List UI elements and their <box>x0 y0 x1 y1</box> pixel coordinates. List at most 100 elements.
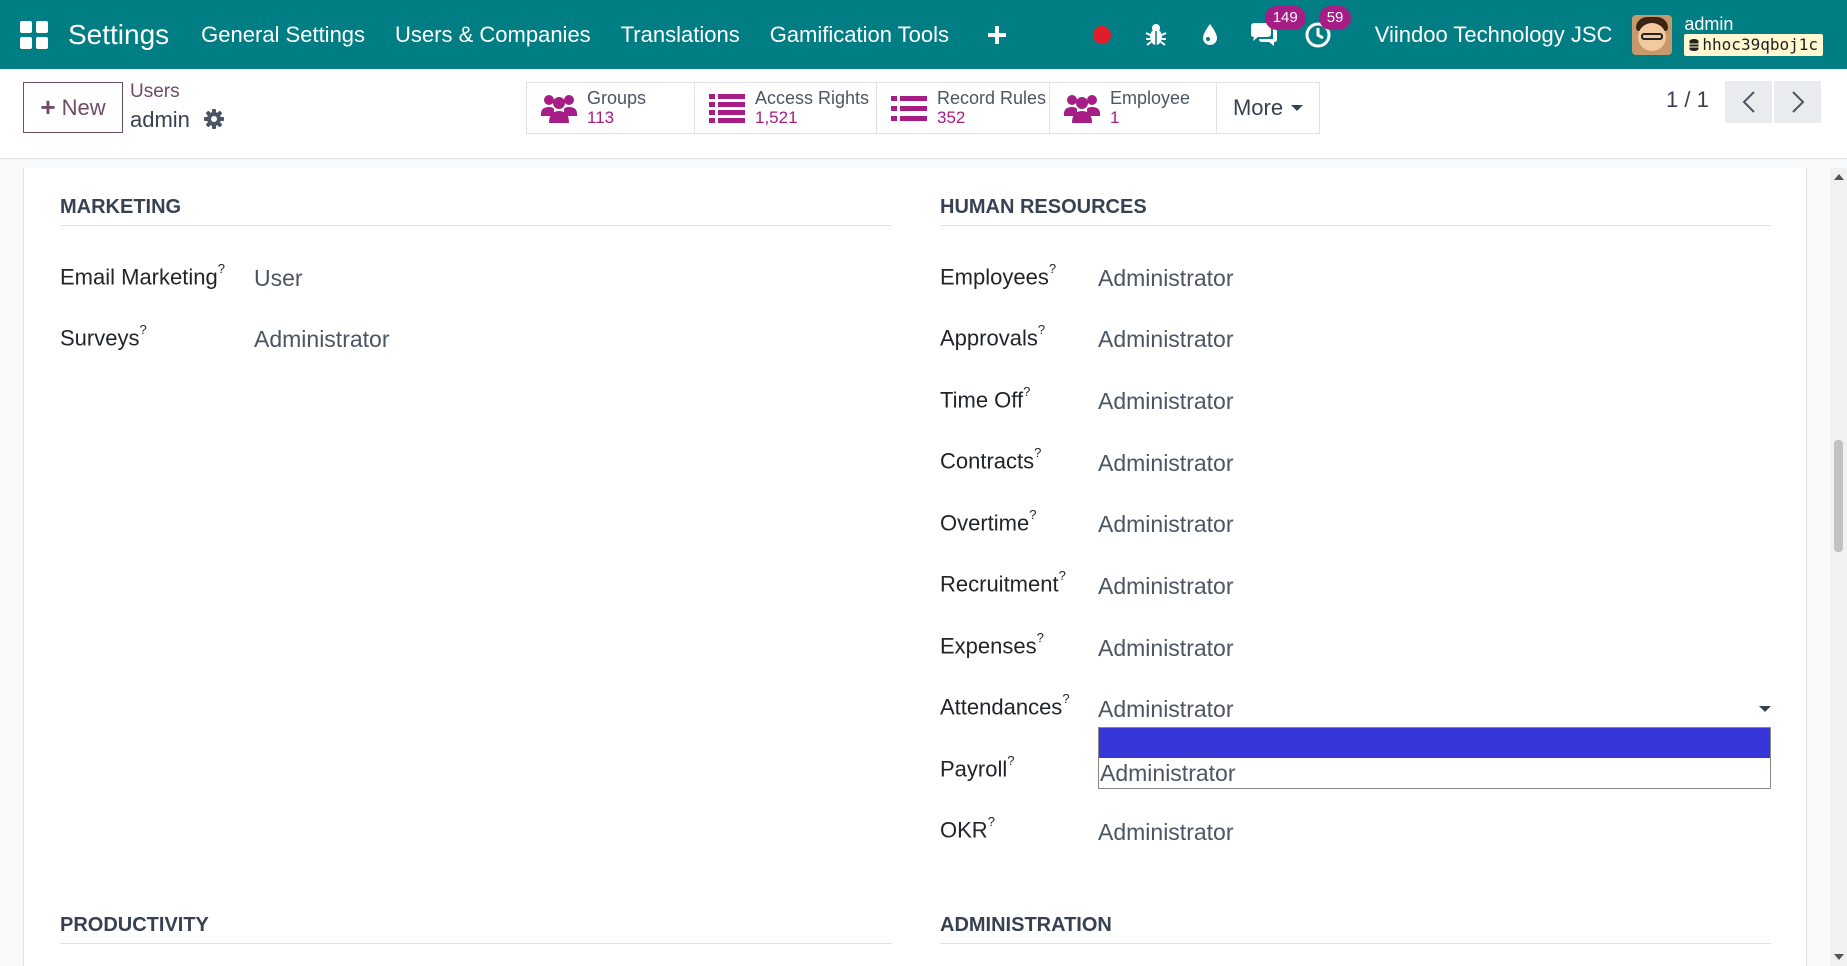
help-icon[interactable]: ? <box>1007 753 1014 768</box>
record-icon[interactable] <box>1087 20 1117 50</box>
app-title[interactable]: Settings <box>68 19 169 51</box>
database-icon <box>1689 38 1699 51</box>
access-rights-button[interactable]: Access Rights 1,521 <box>695 83 877 133</box>
attendances-select[interactable]: Administrator <box>1098 696 1233 723</box>
breadcrumb: Users admin <box>130 81 225 133</box>
control-panel: + New Users admin Groups 113 Access Righ… <box>0 69 1847 159</box>
approvals-value[interactable]: Administrator <box>1098 326 1233 353</box>
okr-value[interactable]: Administrator <box>1098 819 1233 846</box>
dropdown-option-administrator[interactable]: Administrator <box>1099 758 1770 788</box>
help-icon[interactable]: ? <box>1034 445 1041 460</box>
groups-button[interactable]: Groups 113 <box>527 83 695 133</box>
record-rules-button[interactable]: Record Rules 352 <box>877 83 1050 133</box>
menu-gamification-tools[interactable]: Gamification Tools <box>770 22 949 48</box>
drop-icon[interactable] <box>1195 20 1225 50</box>
user-menu[interactable]: admin hhoc39qboj1c <box>1684 14 1823 56</box>
pager-previous-button[interactable] <box>1725 81 1772 123</box>
scroll-down-icon[interactable] <box>1834 954 1844 960</box>
section-divider <box>60 943 892 944</box>
help-icon[interactable]: ? <box>1059 568 1066 583</box>
company-switcher[interactable]: Viindoo Technology JSC <box>1375 22 1613 48</box>
plus-icon[interactable] <box>987 16 1007 53</box>
overtime-value[interactable]: Administrator <box>1098 511 1233 538</box>
help-icon[interactable]: ? <box>1062 691 1069 706</box>
access-rights-count: 1,521 <box>755 108 798 127</box>
activities-badge: 59 <box>1318 5 1352 30</box>
employee-count: 1 <box>1110 108 1120 127</box>
top-navbar: Settings General Settings Users & Compan… <box>0 0 1847 69</box>
expenses-label: Expenses? <box>940 630 1044 659</box>
access-rights-label: Access Rights <box>755 88 870 108</box>
new-button[interactable]: + New <box>23 82 123 133</box>
user-name: admin <box>1684 13 1734 34</box>
list-icon <box>709 94 745 123</box>
time-off-label: Time Off? <box>940 384 1031 413</box>
messages-badge: 149 <box>1264 5 1306 30</box>
help-icon[interactable]: ? <box>988 814 995 829</box>
breadcrumb-current: admin <box>130 107 190 132</box>
chevron-right-icon <box>1791 91 1804 113</box>
employees-label: Employees? <box>940 261 1057 290</box>
employees-value[interactable]: Administrator <box>1098 265 1233 292</box>
contracts-value[interactable]: Administrator <box>1098 450 1233 477</box>
section-divider <box>60 225 892 226</box>
avatar[interactable] <box>1632 14 1673 55</box>
contracts-label: Contracts? <box>940 445 1042 474</box>
help-icon[interactable]: ? <box>1049 261 1056 276</box>
messages-icon[interactable]: 149 <box>1249 5 1306 50</box>
breadcrumb-users[interactable]: Users <box>130 81 224 103</box>
email-marketing-label: Email Marketing? <box>60 261 225 290</box>
surveys-value[interactable]: Administrator <box>254 326 389 353</box>
attendances-dropdown: Administrator <box>1098 727 1771 789</box>
more-button[interactable]: More <box>1217 83 1319 133</box>
database-name-text: hhoc39qboj1c <box>1702 34 1818 54</box>
section-human-resources-title: HUMAN RESOURCES <box>940 196 1147 218</box>
caret-down-icon[interactable] <box>1759 706 1771 712</box>
gear-icon[interactable] <box>204 109 225 129</box>
section-administration-title: ADMINISTRATION <box>940 914 1112 936</box>
time-off-value[interactable]: Administrator <box>1098 388 1233 415</box>
employee-button[interactable]: Employee 1 <box>1050 83 1217 133</box>
employee-label: Employee <box>1110 88 1191 108</box>
help-icon[interactable]: ? <box>218 261 225 276</box>
chevron-left-icon <box>1742 91 1755 113</box>
recruitment-value[interactable]: Administrator <box>1098 573 1233 600</box>
payroll-label: Payroll? <box>940 753 1015 782</box>
database-name: hhoc39qboj1c <box>1684 33 1823 56</box>
pager-next-button[interactable] <box>1774 81 1821 123</box>
more-label: More <box>1232 95 1284 120</box>
bug-icon[interactable] <box>1141 20 1171 50</box>
page-scrollbar[interactable] <box>1830 168 1847 966</box>
section-divider <box>940 943 1771 944</box>
help-icon[interactable]: ? <box>139 322 146 337</box>
users-icon <box>1064 95 1100 123</box>
menu-users-companies[interactable]: Users & Companies <box>395 22 591 48</box>
help-icon[interactable]: ? <box>1023 384 1030 399</box>
record-rules-count: 352 <box>937 108 966 127</box>
surveys-label: Surveys? <box>60 322 147 351</box>
groups-label: Groups <box>587 88 647 108</box>
attendances-label: Attendances? <box>940 691 1070 720</box>
section-marketing-title: MARKETING <box>60 196 182 218</box>
section-productivity-title: PRODUCTIVITY <box>60 914 209 936</box>
list-icon <box>891 96 927 121</box>
dropdown-option-blank[interactable] <box>1099 728 1770 758</box>
app-menu-icon[interactable] <box>20 20 48 49</box>
expenses-value[interactable]: Administrator <box>1098 635 1233 662</box>
activities-icon[interactable]: 59 <box>1303 5 1352 50</box>
record-rules-label: Record Rules <box>937 88 1047 108</box>
approvals-label: Approvals? <box>940 322 1046 351</box>
okr-label: OKR? <box>940 814 995 843</box>
scrollbar-thumb[interactable] <box>1834 440 1843 552</box>
help-icon[interactable]: ? <box>1037 630 1044 645</box>
menu-general-settings[interactable]: General Settings <box>201 22 365 48</box>
pager-value[interactable]: 1 / 1 <box>1666 87 1709 113</box>
scroll-up-icon[interactable] <box>1834 174 1844 180</box>
email-marketing-value[interactable]: User <box>254 265 303 292</box>
plus-icon: + <box>40 92 56 122</box>
help-icon[interactable]: ? <box>1029 507 1036 522</box>
help-icon[interactable]: ? <box>1038 322 1045 337</box>
menu-translations[interactable]: Translations <box>621 22 740 48</box>
groups-count: 113 <box>587 108 615 127</box>
users-icon <box>541 95 577 123</box>
